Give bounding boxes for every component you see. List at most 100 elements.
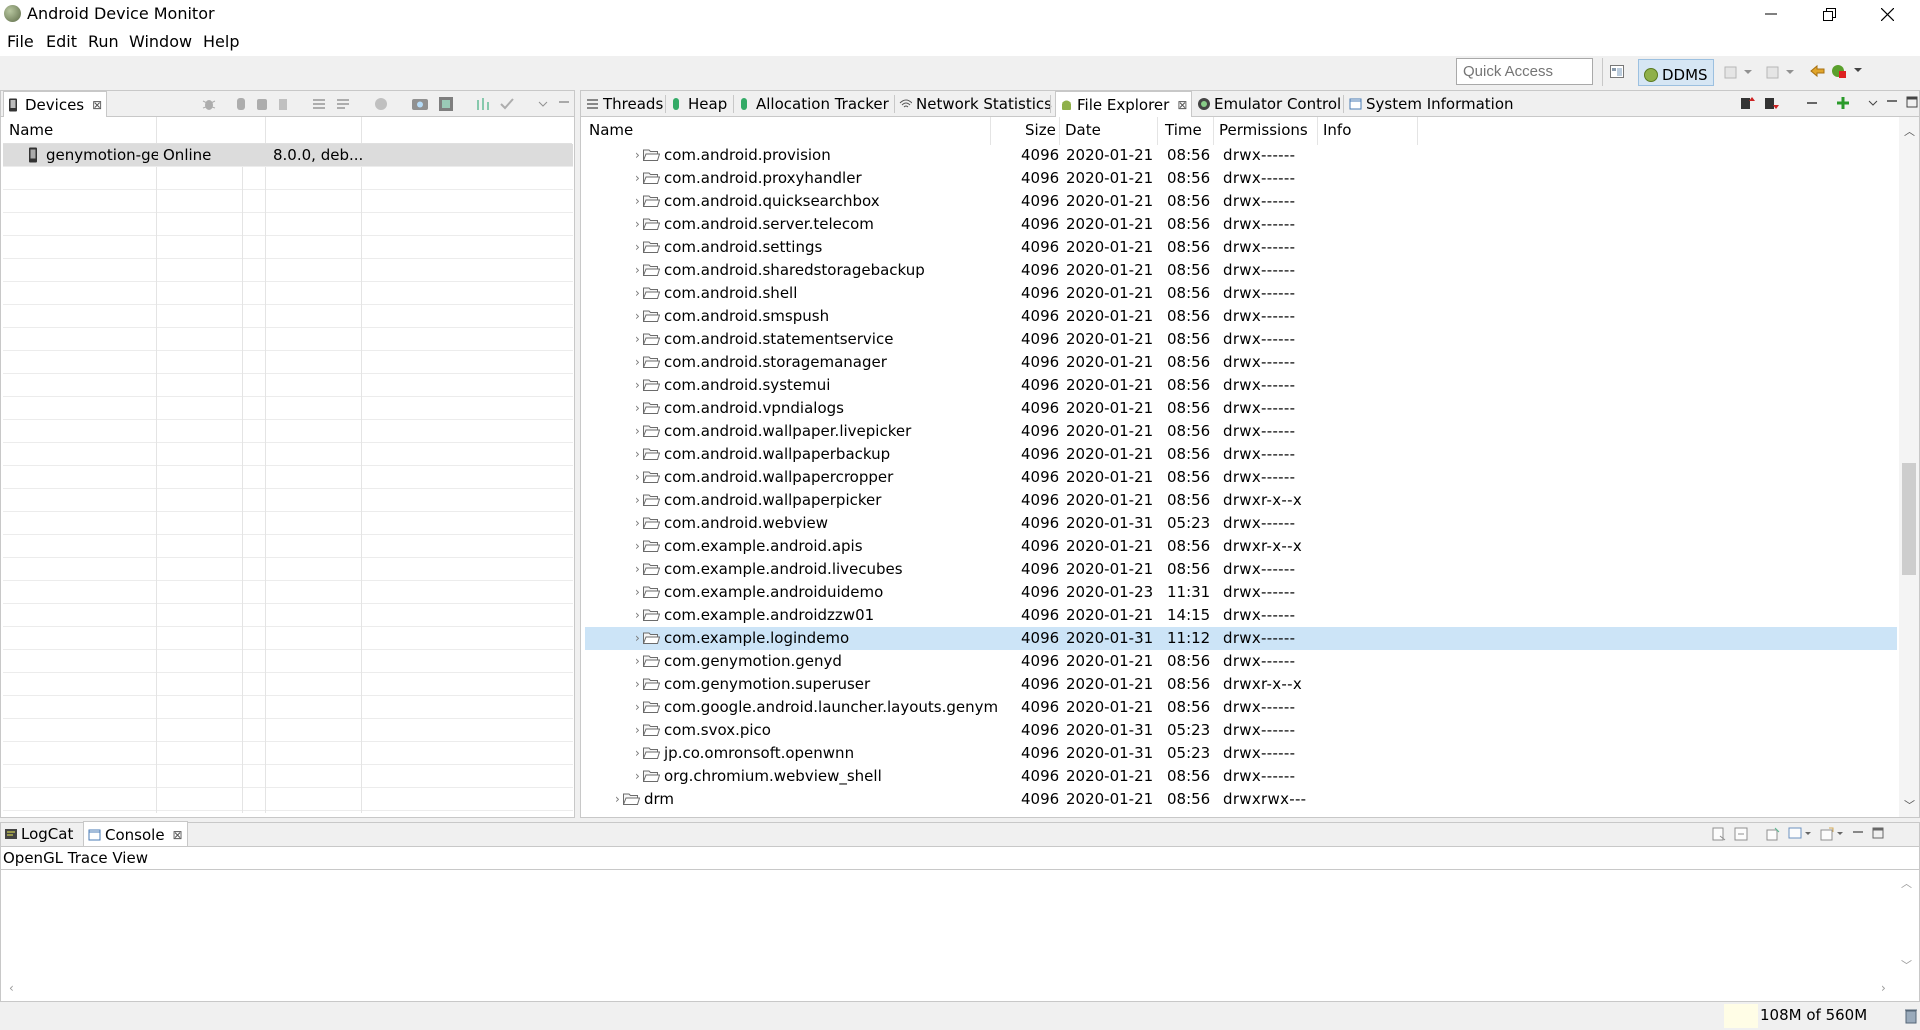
file-row[interactable]: › com.android.vpndialogs 4096 2020-01-21 08:… bbox=[585, 397, 1897, 420]
file-row[interactable]: › com.android.proxyhandler 4096 2020-01-21 0… bbox=[585, 167, 1897, 190]
file-row[interactable]: › com.android.wallpaper.livepicker 4096 202… bbox=[585, 420, 1897, 443]
file-row[interactable]: › com.android.wallpapercropper 4096 2020-01… bbox=[585, 466, 1897, 489]
minimize-button[interactable] bbox=[1742, 0, 1800, 28]
maximize-view-icon[interactable] bbox=[1871, 826, 1885, 842]
console-vertical-scrollbar[interactable]: ︿ ﹀ bbox=[1897, 873, 1917, 973]
file-row[interactable]: › com.android.smspush 4096 2020-01-21 08:56 d… bbox=[585, 305, 1897, 328]
maximize-view-icon[interactable] bbox=[1905, 95, 1919, 111]
back-arrow-icon[interactable] bbox=[1808, 62, 1826, 80]
file-row[interactable]: › com.google.android.launcher.layouts.gen… bbox=[585, 696, 1897, 719]
pin-console-icon[interactable] bbox=[1765, 826, 1781, 842]
file-row[interactable]: › com.genymotion.superuser 4096 2020-01-21 0… bbox=[585, 673, 1897, 696]
file-row[interactable]: › com.android.wallpaperpicker 4096 2020-01-… bbox=[585, 489, 1897, 512]
file-row[interactable]: › org.chromium.webview_shell 4096 2020-01-2… bbox=[585, 765, 1897, 788]
tab-heap[interactable]: Heap bbox=[671, 91, 727, 117]
file-row[interactable]: › com.example.androiduidemo 4096 2020-01-23… bbox=[585, 581, 1897, 604]
menu-edit[interactable]: Edit bbox=[46, 32, 77, 51]
console-horizontal-scrollbar[interactable]: ‹ › bbox=[1, 979, 1897, 999]
scroll-left-icon[interactable]: ‹ bbox=[9, 981, 14, 995]
menu-file[interactable]: File bbox=[7, 32, 34, 51]
file-row[interactable]: › com.android.quicksearchbox 4096 2020-01-2… bbox=[585, 190, 1897, 213]
tab-network-statistics[interactable]: Network Statistics bbox=[899, 91, 1052, 117]
vertical-scrollbar[interactable]: ︿ ﹀ bbox=[1899, 117, 1919, 817]
file-row[interactable]: › com.svox.pico 4096 2020-01-31 05:23 drwx---… bbox=[585, 719, 1897, 742]
file-row[interactable]: › com.android.settings 4096 2020-01-21 08:56… bbox=[585, 236, 1897, 259]
update-threads-icon[interactable] bbox=[311, 96, 327, 112]
file-row[interactable]: › jp.co.omronsoft.openwnn 4096 2020-01-31 05… bbox=[585, 742, 1897, 765]
file-row[interactable]: › com.android.shell 4096 2020-01-21 08:56 drw… bbox=[585, 282, 1897, 305]
cause-gc-icon[interactable] bbox=[277, 96, 289, 112]
file-row[interactable]: › com.genymotion.genyd 4096 2020-01-21 08:56… bbox=[585, 650, 1897, 673]
clear-console-icon[interactable] bbox=[1711, 826, 1727, 842]
start-method-profiling-icon[interactable] bbox=[335, 96, 351, 112]
push-icon[interactable] bbox=[1724, 64, 1754, 80]
display-console-icon[interactable] bbox=[1787, 826, 1813, 842]
column-date-header[interactable]: Date bbox=[1065, 121, 1101, 139]
scroll-down-icon[interactable]: ﹀ bbox=[1904, 797, 1915, 813]
systrace-icon[interactable] bbox=[475, 96, 491, 112]
push-file-icon[interactable] bbox=[1763, 95, 1781, 111]
menu-window[interactable]: Window bbox=[129, 32, 192, 51]
tab-file-explorer[interactable]: File Explorer ⊠ bbox=[1055, 91, 1193, 117]
file-row[interactable]: › com.android.wallpaperbackup 4096 2020-01-… bbox=[585, 443, 1897, 466]
menu-run[interactable]: Run bbox=[88, 32, 119, 51]
open-perspective-icon[interactable] bbox=[1610, 65, 1625, 79]
pull-file-icon[interactable] bbox=[1739, 95, 1757, 111]
file-row[interactable]: › com.android.provision 4096 2020-01-21 08:5… bbox=[585, 144, 1897, 167]
open-console-icon[interactable] bbox=[1819, 826, 1845, 842]
file-row[interactable]: › com.example.androidzzw01 4096 2020-01-21 1… bbox=[585, 604, 1897, 627]
view-menu-icon[interactable] bbox=[1867, 95, 1879, 111]
file-row[interactable]: › com.android.server.telecom 4096 2020-01-2… bbox=[585, 213, 1897, 236]
scroll-up-icon[interactable]: ︿ bbox=[1901, 875, 1912, 891]
scroll-lock-icon[interactable] bbox=[1733, 826, 1749, 842]
pull-icon[interactable] bbox=[1766, 64, 1796, 80]
delete-icon[interactable] bbox=[1805, 95, 1819, 111]
garbage-collect-icon[interactable] bbox=[1905, 1008, 1917, 1024]
quick-access-input[interactable] bbox=[1456, 58, 1593, 85]
tab-allocation-tracker[interactable]: Allocation Tracker bbox=[739, 91, 889, 117]
debug-launch-icon[interactable] bbox=[1830, 62, 1864, 80]
close-tab-icon[interactable]: ⊠ bbox=[92, 98, 102, 112]
file-row[interactable]: › com.android.sharedstoragebackup 4096 2020… bbox=[585, 259, 1897, 282]
column-time-header[interactable]: Time bbox=[1165, 121, 1202, 139]
column-name-header[interactable]: Name bbox=[589, 121, 633, 139]
scrollbar-thumb[interactable] bbox=[1902, 463, 1916, 575]
dump-view-hierarchy-icon[interactable] bbox=[437, 96, 455, 112]
device-row[interactable]: genymotion-ge Online 8.0.0, deb... bbox=[3, 144, 573, 167]
minimize-view-icon[interactable] bbox=[1851, 826, 1865, 842]
menu-help[interactable]: Help bbox=[203, 32, 239, 51]
column-info-header[interactable]: Info bbox=[1323, 121, 1351, 139]
tab-threads[interactable]: Threads bbox=[586, 91, 663, 117]
minimize-view-icon[interactable] bbox=[557, 96, 571, 112]
column-size-header[interactable]: Size bbox=[1025, 121, 1056, 139]
update-heap-icon[interactable] bbox=[235, 96, 247, 112]
screen-capture-icon[interactable] bbox=[411, 96, 429, 112]
tab-devices[interactable]: Devices ⊠ bbox=[3, 91, 108, 117]
tab-console[interactable]: Console ⊠ bbox=[83, 821, 188, 846]
new-folder-icon[interactable] bbox=[1835, 95, 1851, 111]
opengl-trace-icon[interactable] bbox=[499, 96, 515, 112]
file-row[interactable]: › com.android.systemui 4096 2020-01-21 08:56… bbox=[585, 374, 1897, 397]
file-row[interactable]: › com.android.statementservice 4096 2020-01… bbox=[585, 328, 1897, 351]
scroll-down-icon[interactable]: ﹀ bbox=[1901, 957, 1912, 973]
scroll-up-icon[interactable]: ︿ bbox=[1904, 123, 1915, 139]
tab-system-information[interactable]: System Information bbox=[1349, 91, 1514, 117]
scroll-right-icon[interactable]: › bbox=[1881, 981, 1886, 995]
debug-process-icon[interactable] bbox=[201, 96, 217, 112]
close-button[interactable] bbox=[1858, 0, 1916, 28]
file-row[interactable]: › com.example.android.apis 4096 2020-01-21 0… bbox=[585, 535, 1897, 558]
dump-hprof-icon[interactable] bbox=[255, 96, 269, 112]
close-tab-icon[interactable]: ⊠ bbox=[1177, 98, 1187, 112]
column-permissions-header[interactable]: Permissions bbox=[1219, 121, 1308, 139]
stop-process-icon[interactable] bbox=[373, 96, 389, 112]
file-row[interactable]: › com.android.storagemanager 4096 2020-01-2… bbox=[585, 351, 1897, 374]
file-row[interactable]: › drm 4096 2020-01-21 08:56 drwxrwx--- bbox=[585, 788, 1897, 811]
tab-logcat[interactable]: LogCat bbox=[4, 821, 73, 847]
ddms-perspective-button[interactable]: DDMS bbox=[1638, 59, 1714, 86]
tab-emulator-control[interactable]: Emulator Control bbox=[1197, 91, 1341, 117]
file-row[interactable]: › com.example.logindemo 4096 2020-01-31 11:1… bbox=[585, 627, 1897, 650]
view-menu-icon[interactable] bbox=[537, 96, 549, 112]
minimize-view-icon[interactable] bbox=[1885, 95, 1899, 111]
close-tab-icon[interactable]: ⊠ bbox=[173, 828, 183, 842]
restore-button[interactable] bbox=[1800, 0, 1858, 28]
